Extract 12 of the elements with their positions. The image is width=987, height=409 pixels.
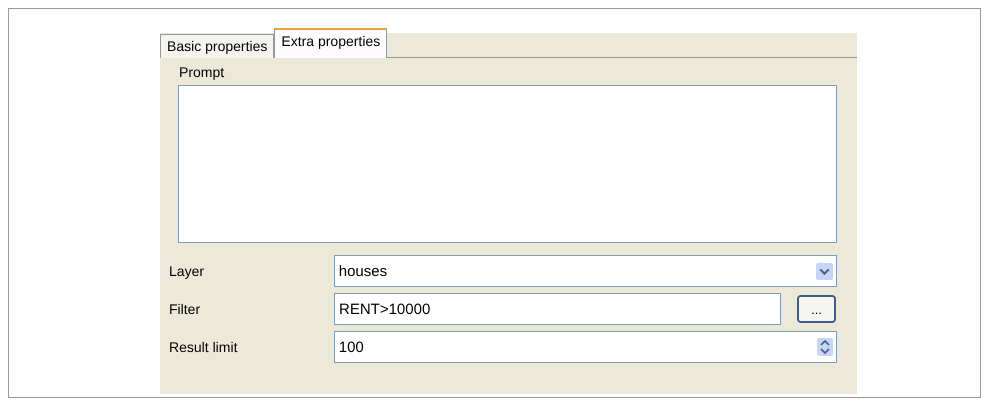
field-label: Result limit (168, 339, 238, 355)
browse-button[interactable]: ... (797, 295, 836, 323)
prompt-field[interactable] (178, 85, 837, 243)
spinner-arrows-icon (817, 338, 833, 356)
prompt-label: Prompt (179, 64, 226, 80)
result-limit-spinner[interactable]: 100 (334, 331, 837, 363)
filter-field[interactable]: RENT>10000 (334, 293, 781, 325)
field-label: Filter (168, 301, 202, 317)
field-label: Layer (168, 263, 206, 279)
tab[interactable]: Extra properties (274, 28, 388, 58)
layer-dropdown[interactable]: houses (334, 255, 837, 287)
tab[interactable]: Basic properties (160, 34, 274, 58)
